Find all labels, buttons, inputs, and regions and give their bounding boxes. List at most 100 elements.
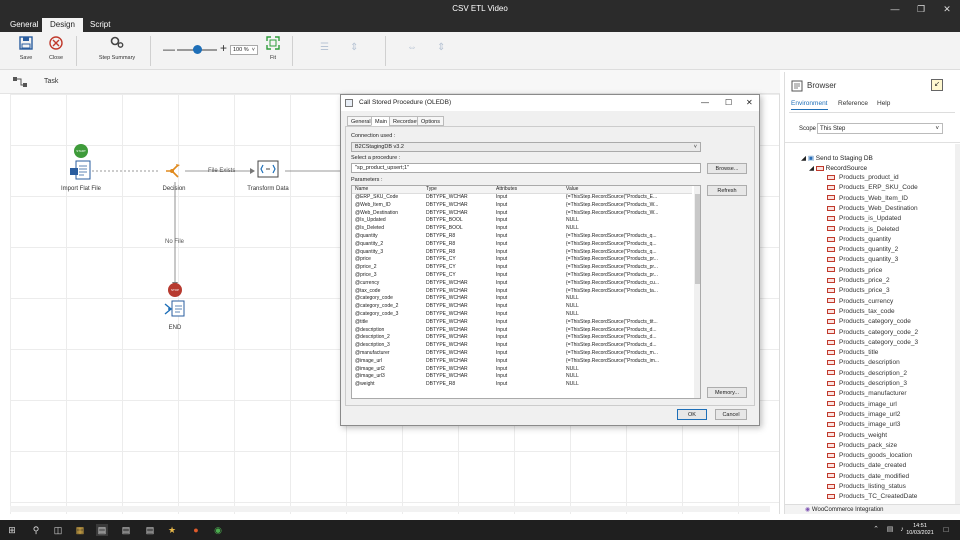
table-row[interactable]: @price_3 DBTYPE_CY Input {=ThisStep.RecordS…	[352, 272, 692, 280]
table-row[interactable]: @image_url2 DBTYPE_WCHAR Input NULL	[352, 366, 692, 374]
file-explorer-icon[interactable]: ▦	[74, 524, 86, 536]
table-row[interactable]: @Is_Deleted DBTYPE_BOOL Input NULL	[352, 225, 692, 233]
browse-button[interactable]: Browse...	[707, 163, 747, 174]
clock[interactable]: 14:51 10/03/2021	[906, 523, 934, 537]
app-icon[interactable]: ★	[166, 524, 178, 536]
tree-field-item[interactable]: Products_ERP_SKU_Code	[827, 184, 918, 191]
zoom-select[interactable]: 100 % ˅	[230, 45, 258, 55]
dialog-close-icon[interactable]: ✕	[746, 95, 753, 111]
align-vertical-icon[interactable]: ⇕	[350, 42, 358, 53]
tree-field-item[interactable]: Products_category_code_2	[827, 329, 918, 336]
cancel-button[interactable]: Cancel	[715, 409, 747, 420]
tree-field-item[interactable]: Products_description_2	[827, 370, 907, 377]
tree-field-item[interactable]: Products_listing_status	[827, 483, 906, 490]
table-row[interactable]: @manufacturer DBTYPE_WCHAR Input {=ThisStep…	[352, 350, 692, 358]
refresh-button[interactable]: Refresh	[707, 185, 747, 196]
table-row[interactable]: @description DBTYPE_WCHAR Input {=ThisStep.…	[352, 327, 692, 335]
table-row[interactable]: @category_code_3 DBTYPE_WCHAR Input NULL	[352, 311, 692, 319]
table-row[interactable]: @ERP_SKU_Code DBTYPE_WCHAR Input {=ThisStep…	[352, 194, 692, 202]
tree-field-item[interactable]: Products_price_2	[827, 277, 890, 284]
distribute-horizontal-icon[interactable]: ⇔	[407, 42, 417, 53]
app-icon[interactable]: ▤	[144, 524, 156, 536]
dialog-tab-options[interactable]: Options	[417, 116, 444, 126]
browser-pin-icon[interactable]: ↙	[931, 79, 943, 91]
dialog-minimize-icon[interactable]: —	[701, 95, 709, 111]
tree-field-item[interactable]: Products_description	[827, 359, 900, 366]
windows-start-icon[interactable]: ⊞	[6, 524, 18, 536]
task-view-icon[interactable]: ◫	[52, 524, 64, 536]
restore-icon[interactable]: ❐	[908, 0, 934, 18]
tab-environment[interactable]: Environment	[791, 100, 828, 110]
connection-select[interactable]: B2CStagingDB v3.2 ˅	[351, 142, 701, 152]
table-row[interactable]: @weight DBTYPE_R8 Input NULL	[352, 381, 692, 389]
table-row[interactable]: @image_url3 DBTYPE_WCHAR Input NULL	[352, 373, 692, 381]
dialog-maximize-icon[interactable]: ☐	[725, 95, 732, 111]
app-icon[interactable]: ▤	[120, 524, 132, 536]
tab-general[interactable]: General	[2, 18, 46, 32]
tree-field-item[interactable]: Products_is_Updated	[827, 215, 901, 222]
align-left-icon[interactable]: ☰	[320, 42, 329, 53]
tree-recordsource[interactable]: ◢ RecordSource	[809, 164, 867, 172]
ok-button[interactable]: OK	[677, 409, 707, 420]
table-row[interactable]: @quantity_2 DBTYPE_R8 Input {=ThisStep.Reco…	[352, 241, 692, 249]
node-import-flat-file[interactable]: START	[66, 144, 96, 182]
tab-help[interactable]: Help	[877, 100, 890, 107]
close-window-icon[interactable]: ✕	[934, 0, 960, 18]
tree-field-item[interactable]: Products_date_modified	[827, 473, 909, 480]
decision-icon[interactable]	[164, 162, 184, 180]
tree-field-item[interactable]: Products_price_3	[827, 287, 890, 294]
tree-field-item[interactable]: Products_goods_location	[827, 452, 912, 459]
step-summary-button[interactable]: Step Summary	[94, 35, 140, 61]
tree-field-item[interactable]: Products_pack_size	[827, 442, 897, 449]
table-row[interactable]: @Is_Updated DBTYPE_BOOL Input NULL	[352, 217, 692, 225]
node-end[interactable]: STOP	[162, 283, 190, 321]
distribute-vertical-icon[interactable]: ⇕	[437, 42, 445, 53]
tree-field-item[interactable]: Products_quantity	[827, 236, 891, 243]
table-row[interactable]: @Web_Item_ID DBTYPE_WCHAR Input {=ThisStep.…	[352, 202, 692, 210]
table-row[interactable]: @tax_code DBTYPE_WCHAR Input {=ThisStep.Rec…	[352, 288, 692, 296]
zoom-out-icon[interactable]: —	[163, 42, 175, 56]
tree-field-item[interactable]: Products_category_code	[827, 318, 911, 325]
procedure-input[interactable]: "sp_product_upsert;1"	[351, 163, 701, 173]
memory-button[interactable]: Memory...	[707, 387, 747, 398]
etl-app-icon[interactable]: ▤	[96, 524, 108, 536]
tab-design[interactable]: Design	[42, 18, 83, 32]
tree-field-item[interactable]: Products_TC_CreatedDate	[827, 493, 917, 500]
table-row[interactable]: @description_2 DBTYPE_WCHAR Input {=ThisSte…	[352, 334, 692, 342]
grid-scrollbar[interactable]	[694, 186, 700, 398]
zoom-slider-thumb[interactable]	[193, 45, 202, 54]
minimize-icon[interactable]: —	[882, 0, 908, 18]
tree-field-item[interactable]: Products_price	[827, 267, 882, 274]
tree-field-item[interactable]: Products_description_3	[827, 380, 907, 387]
parameters-grid[interactable]: Name Type Attributes Value @ERP_SKU_Code…	[351, 185, 701, 399]
canvas-horizontal-scrollbar[interactable]	[10, 506, 770, 512]
search-icon[interactable]: ⚲	[30, 524, 42, 536]
fit-button[interactable]: Fit	[264, 35, 282, 61]
table-row[interactable]: @currency DBTYPE_WCHAR Input {=ThisStep.Rec…	[352, 280, 692, 288]
grid-scrollbar-thumb[interactable]	[695, 194, 700, 284]
app-icon[interactable]: ●	[190, 524, 202, 536]
tree-field-item[interactable]: Products_category_code_3	[827, 339, 918, 346]
tree-root[interactable]: ◢ ▣ Send to Staging DB	[801, 154, 873, 162]
tree-field-item[interactable]: Products_weight	[827, 432, 887, 439]
zoom-in-icon[interactable]: +	[220, 41, 227, 55]
close-button[interactable]: Close	[44, 35, 68, 61]
table-row[interactable]: @title DBTYPE_WCHAR Input {=ThisStep.Record…	[352, 319, 692, 327]
table-row[interactable]: @image_url DBTYPE_WCHAR Input {=ThisStep.Re…	[352, 358, 692, 366]
save-button[interactable]: Save	[14, 35, 38, 61]
tree-field-item[interactable]: Products_image_url	[827, 401, 897, 408]
tree-field-item[interactable]: Products_quantity_3	[827, 256, 898, 263]
tree-field-item[interactable]: Products_product_id	[827, 174, 899, 181]
tree-field-item[interactable]: Products_Web_Item_ID	[827, 195, 908, 202]
table-row[interactable]: @description_3 DBTYPE_WCHAR Input {=ThisSte…	[352, 342, 692, 350]
scope-select[interactable]: This Step ˅	[817, 123, 943, 134]
tree-field-item[interactable]: Products_Web_Destination	[827, 205, 918, 212]
network-icon[interactable]: ▤	[884, 524, 896, 536]
tray-icons[interactable]: ⌃	[870, 524, 882, 536]
notifications-icon[interactable]: □	[940, 524, 952, 536]
table-row[interactable]: @price DBTYPE_CY Input {=ThisStep.RecordSou…	[352, 256, 692, 264]
tab-script[interactable]: Script	[82, 18, 118, 32]
table-row[interactable]: @quantity DBTYPE_R8 Input {=ThisStep.Record…	[352, 233, 692, 241]
browser-vertical-scrollbar[interactable]	[955, 144, 960, 504]
table-row[interactable]: @price_2 DBTYPE_CY Input {=ThisStep.RecordS…	[352, 264, 692, 272]
